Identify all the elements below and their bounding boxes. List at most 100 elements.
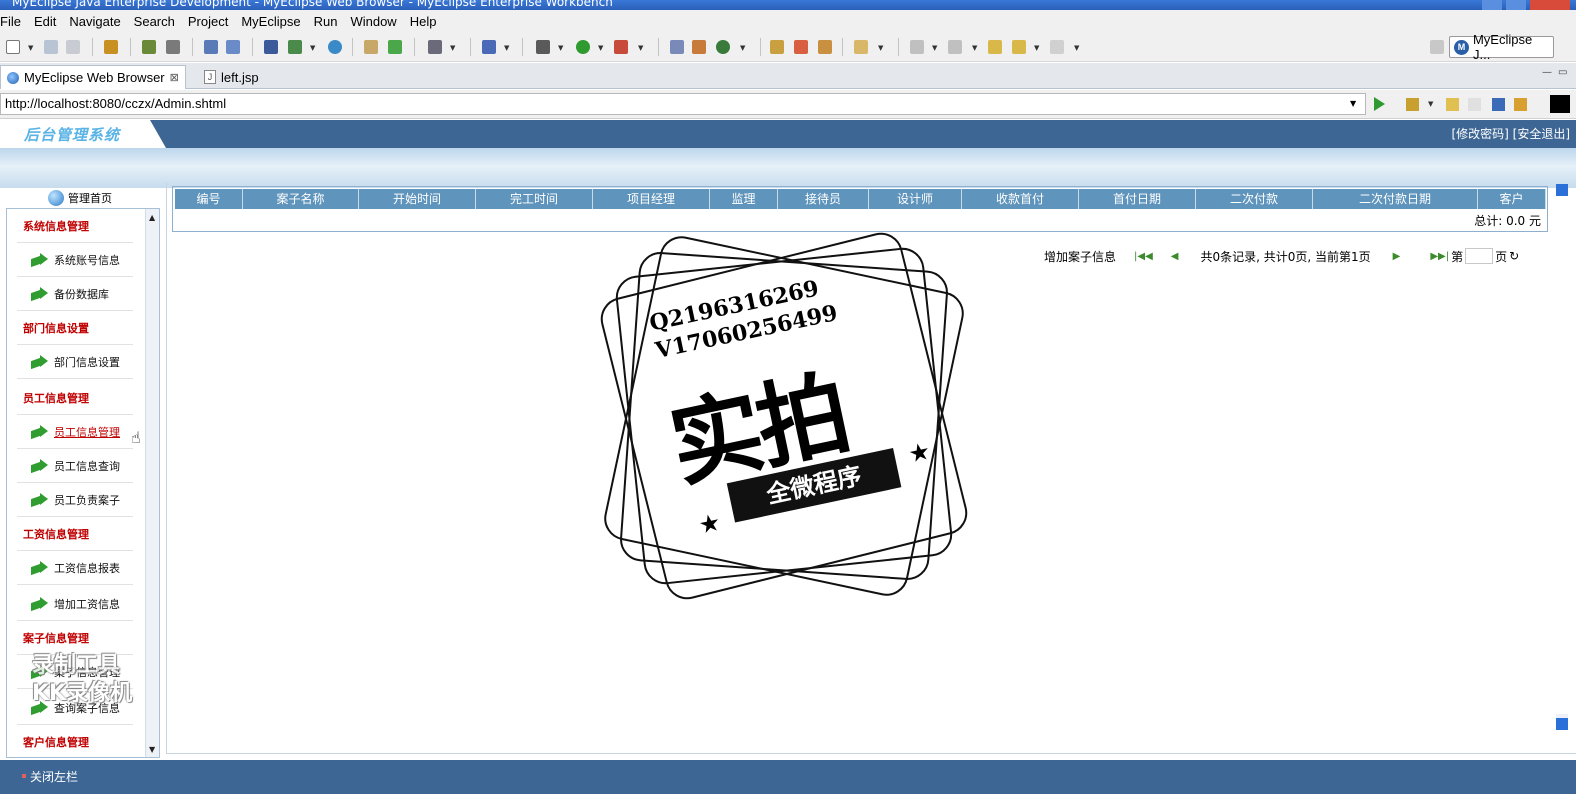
minimize-button[interactable] — [1482, 0, 1502, 10]
column-header[interactable]: 收款首付 — [962, 189, 1079, 209]
browse-icon[interactable] — [226, 40, 240, 54]
menu-file[interactable]: File — [0, 14, 29, 29]
menu-myeclipse[interactable]: MyEclipse — [236, 14, 308, 29]
run-icon[interactable] — [576, 40, 590, 54]
next-annotation-icon[interactable] — [910, 40, 924, 54]
browser-refresh-icon[interactable] — [1514, 98, 1527, 111]
scroll-thumb[interactable] — [1556, 190, 1568, 714]
back-icon[interactable] — [1012, 40, 1026, 54]
new-project-icon[interactable] — [388, 40, 402, 54]
browser-stop-icon[interactable] — [1492, 98, 1505, 111]
deploy-icon[interactable] — [204, 40, 218, 54]
search-icon[interactable] — [770, 40, 784, 54]
rocket-icon[interactable] — [794, 40, 808, 54]
url-input[interactable]: http://localhost:8080/cczx/Admin.shtml — [0, 93, 1366, 115]
sidebar-item[interactable]: 部门信息设置 — [17, 345, 133, 379]
print-icon[interactable] — [66, 40, 80, 54]
prev-annotation-icon[interactable] — [948, 40, 962, 54]
maximize-button[interactable] — [1506, 0, 1526, 10]
favorites-icon[interactable] — [1406, 98, 1419, 111]
column-header[interactable]: 二次付款 — [1196, 189, 1313, 209]
admin-home-link[interactable]: 管理首页 — [48, 188, 112, 208]
column-header[interactable]: 客户 — [1478, 189, 1546, 209]
column-header[interactable]: 案子名称 — [243, 189, 359, 209]
back-dropdown-icon[interactable]: ▼ — [1034, 44, 1039, 52]
web-browser-icon[interactable] — [328, 40, 342, 54]
debug-icon[interactable] — [536, 40, 550, 54]
external-tools-dropdown-icon[interactable]: ▼ — [638, 44, 643, 52]
prev-annotation-dropdown-icon[interactable]: ▼ — [972, 44, 977, 52]
hierarchy-icon[interactable] — [692, 40, 706, 54]
scroll-down-icon[interactable] — [1556, 718, 1568, 730]
new-class-icon[interactable] — [482, 40, 496, 54]
close-tab-icon[interactable]: ⊠ — [170, 71, 179, 84]
menu-help[interactable]: Help — [405, 14, 445, 29]
screenshot-dropdown-icon[interactable]: ▼ — [450, 44, 455, 52]
open-file-icon[interactable] — [854, 40, 868, 54]
tab-web-browser[interactable]: MyEclipse Web Browser ⊠ — [0, 65, 186, 89]
browser-forward-icon[interactable] — [1468, 98, 1481, 111]
browser-back-icon[interactable] — [1446, 98, 1459, 111]
new-icon[interactable] — [6, 40, 20, 54]
page-number-input[interactable] — [1465, 248, 1494, 264]
terminal-icon[interactable] — [1550, 95, 1570, 113]
sidebar-item[interactable]: 系统账号信息 — [17, 243, 133, 277]
run-server-dropdown-icon[interactable]: ▼ — [310, 44, 315, 52]
go-page-icon[interactable]: ↻ — [1509, 249, 1519, 263]
save-icon[interactable] — [44, 40, 58, 54]
open-folder-icon[interactable] — [364, 40, 378, 54]
prev-page-icon[interactable]: ◀ — [1171, 251, 1179, 262]
minimize-view-icon[interactable]: — — [1542, 67, 1552, 78]
screenshot-icon[interactable] — [428, 40, 442, 54]
column-header[interactable]: 项目经理 — [593, 189, 710, 209]
menu-run[interactable]: Run — [309, 14, 346, 29]
favorites-dropdown-icon[interactable]: ▼ — [1428, 100, 1433, 108]
column-header[interactable]: 首付日期 — [1079, 189, 1196, 209]
new-class-dropdown-icon[interactable]: ▼ — [504, 44, 509, 52]
next-page-icon[interactable]: ▶ — [1393, 251, 1401, 262]
external-tools-icon[interactable] — [614, 40, 628, 54]
close-window-button[interactable] — [1530, 0, 1570, 10]
run-server-icon[interactable] — [288, 40, 302, 54]
menu-search[interactable]: Search — [129, 14, 183, 29]
bookmark-icon[interactable] — [818, 40, 832, 54]
open-file-dropdown-icon[interactable]: ▼ — [878, 44, 883, 52]
header-links[interactable]: [修改密码] [安全退出] — [1451, 125, 1570, 142]
bug-icon[interactable] — [142, 40, 156, 54]
new-dropdown-icon[interactable]: ▼ — [28, 44, 33, 52]
column-header[interactable]: 编号 — [175, 189, 243, 209]
maximize-view-icon[interactable]: ▭ — [1558, 67, 1567, 78]
content-scrollbar[interactable] — [1556, 184, 1568, 730]
refresh-icon[interactable] — [716, 40, 730, 54]
open-type-icon[interactable] — [670, 40, 684, 54]
forward-dropdown-icon[interactable]: ▼ — [1074, 44, 1079, 52]
add-case-link[interactable]: 增加案子信息 — [1044, 248, 1116, 265]
url-history-dropdown-icon[interactable]: ▼ — [1350, 99, 1356, 108]
menu-edit[interactable]: Edit — [29, 14, 64, 29]
perspective-switcher[interactable]: M MyEclipse J... — [1449, 32, 1554, 62]
run-dropdown-icon[interactable]: ▼ — [598, 44, 603, 52]
close-sidebar-link[interactable]: 关闭左栏 — [30, 768, 78, 785]
column-header[interactable]: 开始时间 — [359, 189, 476, 209]
column-header[interactable]: 接待员 — [778, 189, 869, 209]
last-edit-icon[interactable] — [988, 40, 1002, 54]
scroll-up-icon[interactable] — [1556, 184, 1568, 196]
last-page-icon[interactable]: ▶▶| — [1430, 251, 1449, 262]
next-annotation-dropdown-icon[interactable]: ▼ — [932, 44, 937, 52]
sidebar-item[interactable]: 增加工资信息 — [17, 587, 133, 621]
debug-dropdown-icon[interactable]: ▼ — [558, 44, 563, 52]
sidebar-item[interactable]: 员工信息查询 — [17, 449, 133, 483]
scroll-up-icon[interactable]: ▲ — [149, 213, 155, 222]
go-icon[interactable] — [1374, 97, 1385, 111]
scroll-down-icon[interactable]: ▼ — [149, 745, 155, 754]
server-icon[interactable] — [166, 40, 180, 54]
column-header[interactable]: 二次付款日期 — [1313, 189, 1478, 209]
sidebar-item[interactable]: 员工信息管理 — [17, 415, 133, 449]
package-icon[interactable] — [104, 40, 118, 54]
forward-icon[interactable] — [1050, 40, 1064, 54]
tab-left-jsp[interactable]: J left.jsp — [198, 65, 265, 89]
menu-window[interactable]: Window — [345, 14, 404, 29]
sidebar-item[interactable]: 备份数据库 — [17, 277, 133, 311]
sidebar-item[interactable]: 工资信息报表 — [17, 551, 133, 585]
first-page-icon[interactable]: |◀◀ — [1134, 251, 1153, 262]
